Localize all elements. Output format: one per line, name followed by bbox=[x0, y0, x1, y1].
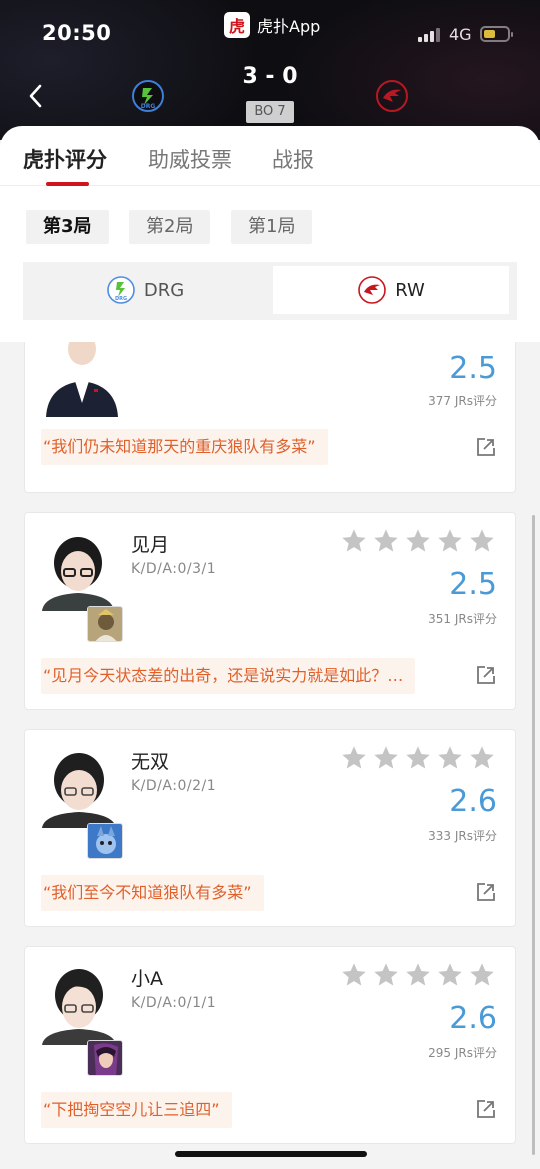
app-name: 虎扑App bbox=[257, 17, 321, 36]
star-icon[interactable] bbox=[468, 527, 496, 555]
signal-icon bbox=[418, 28, 440, 42]
star-icon[interactable] bbox=[340, 961, 368, 989]
player-hot-comment[interactable]: “我们至今不知道狼队有多菜” bbox=[41, 875, 264, 911]
champion-icon bbox=[87, 606, 123, 642]
star-icon[interactable] bbox=[404, 527, 432, 555]
svg-text:DRG: DRG bbox=[115, 296, 127, 302]
team-option-rw-label: RW bbox=[395, 279, 425, 301]
tab-hupu-rating[interactable]: 虎扑评分 bbox=[23, 144, 107, 174]
match-score: 3 - 0 bbox=[242, 64, 298, 89]
match-header: 20:50 虎 虎扑App 4G DRG 3 - 0 BO 7 bbox=[0, 0, 540, 140]
star-icon[interactable] bbox=[340, 527, 368, 555]
share-external-icon[interactable] bbox=[476, 437, 496, 457]
match-format-badge: BO 7 bbox=[246, 101, 294, 123]
team-option-drg[interactable]: DRG DRG bbox=[27, 266, 263, 314]
tab-match-report[interactable]: 战报 bbox=[272, 144, 314, 174]
star-icon[interactable] bbox=[468, 961, 496, 989]
player-avatar bbox=[42, 342, 122, 417]
scrollbar[interactable] bbox=[532, 515, 535, 1155]
player-vote-count: 333 JRs评分 bbox=[428, 829, 497, 843]
star-rating-input[interactable] bbox=[340, 961, 496, 989]
star-icon[interactable] bbox=[436, 527, 464, 555]
back-button[interactable] bbox=[25, 82, 47, 110]
star-icon[interactable] bbox=[468, 744, 496, 772]
player-name: 见月 bbox=[131, 534, 170, 556]
main-tabs: 虎扑评分 助威投票 战报 bbox=[0, 126, 540, 186]
player-kda: K/D/A:0/3/1 bbox=[131, 561, 217, 577]
rating-panel: 虎扑评分 助威投票 战报 第3局 第2局 第1局 DRG DRG RW bbox=[0, 126, 540, 342]
active-tab-indicator bbox=[46, 182, 89, 186]
tab-cheer-vote[interactable]: 助威投票 bbox=[148, 144, 232, 174]
player-card: 无双 K/D/A:0/2/1 2.6 333 JRs评分 “我们至今不知道狼队有… bbox=[24, 729, 516, 927]
app-logo-icon: 虎 bbox=[224, 12, 250, 38]
player-kda: K/D/A:0/2/1 bbox=[131, 778, 217, 794]
drg-team-logo-icon[interactable]: DRG bbox=[131, 79, 165, 113]
star-icon[interactable] bbox=[372, 527, 400, 555]
player-card: 见月 K/D/A:0/3/1 2.5 351 JRs评分 “见月今天状态差的出奇… bbox=[24, 512, 516, 710]
champion-icon bbox=[87, 823, 123, 859]
player-vote-count: 351 JRs评分 bbox=[428, 612, 497, 626]
star-icon[interactable] bbox=[372, 744, 400, 772]
player-vote-count: 295 JRs评分 bbox=[428, 1046, 497, 1060]
player-hot-comment[interactable]: “我们仍未知道那天的重庆狼队有多菜” bbox=[41, 429, 328, 465]
app-badge[interactable]: 虎 虎扑App bbox=[224, 12, 320, 38]
star-icon[interactable] bbox=[404, 744, 432, 772]
star-rating-input[interactable] bbox=[340, 527, 496, 555]
player-avatar bbox=[42, 531, 122, 611]
star-icon[interactable] bbox=[404, 961, 432, 989]
player-card: 2.5 377 JRs评分 “我们仍未知道那天的重庆狼队有多菜” bbox=[24, 342, 516, 493]
rw-team-logo-icon[interactable] bbox=[375, 79, 409, 113]
battery-icon bbox=[480, 26, 513, 42]
drg-logo-icon: DRG bbox=[107, 276, 135, 304]
team-option-rw[interactable]: RW bbox=[273, 266, 509, 314]
share-external-icon[interactable] bbox=[476, 665, 496, 685]
player-vote-count: 377 JRs评分 bbox=[428, 394, 497, 408]
share-external-icon[interactable] bbox=[476, 882, 496, 902]
player-card: 小A K/D/A:0/1/1 2.6 295 JRs评分 “下把掏空空儿让三追四… bbox=[24, 946, 516, 1144]
star-icon[interactable] bbox=[436, 961, 464, 989]
star-icon[interactable] bbox=[340, 744, 368, 772]
team-option-drg-label: DRG bbox=[143, 279, 185, 301]
player-avatar bbox=[42, 965, 122, 1045]
player-name: 无双 bbox=[131, 751, 170, 773]
star-rating-input[interactable] bbox=[340, 744, 496, 772]
player-avatar bbox=[42, 748, 122, 828]
team-switch: DRG DRG RW bbox=[23, 262, 517, 320]
player-rating: 2.6 bbox=[449, 784, 497, 819]
player-rating: 2.6 bbox=[449, 1001, 497, 1036]
champion-icon bbox=[87, 1040, 123, 1076]
home-indicator[interactable] bbox=[175, 1151, 367, 1157]
game-tab-1[interactable]: 第1局 bbox=[231, 210, 313, 244]
game-tab-2[interactable]: 第2局 bbox=[129, 210, 211, 244]
rw-logo-icon bbox=[358, 276, 387, 304]
star-icon[interactable] bbox=[372, 961, 400, 989]
svg-text:DRG: DRG bbox=[141, 103, 156, 110]
player-kda: K/D/A:0/1/1 bbox=[131, 995, 217, 1011]
player-hot-comment[interactable]: “见月今天状态差的出奇，还是说实力就是如此？… bbox=[41, 658, 416, 694]
player-hot-comment[interactable]: “下把掏空空儿让三追四” bbox=[41, 1092, 232, 1128]
star-icon[interactable] bbox=[436, 744, 464, 772]
player-rating-list[interactable]: 2.5 377 JRs评分 “我们仍未知道那天的重庆狼队有多菜” 见月 K/D/… bbox=[0, 342, 540, 1169]
network-type: 4G bbox=[449, 25, 472, 44]
chevron-left-icon bbox=[29, 84, 42, 108]
share-external-icon[interactable] bbox=[476, 1099, 496, 1119]
status-time: 20:50 bbox=[42, 21, 112, 45]
player-rating: 2.5 bbox=[449, 351, 497, 386]
game-tab-3[interactable]: 第3局 bbox=[26, 210, 109, 244]
player-name: 小A bbox=[131, 968, 163, 990]
player-rating: 2.5 bbox=[449, 567, 497, 602]
